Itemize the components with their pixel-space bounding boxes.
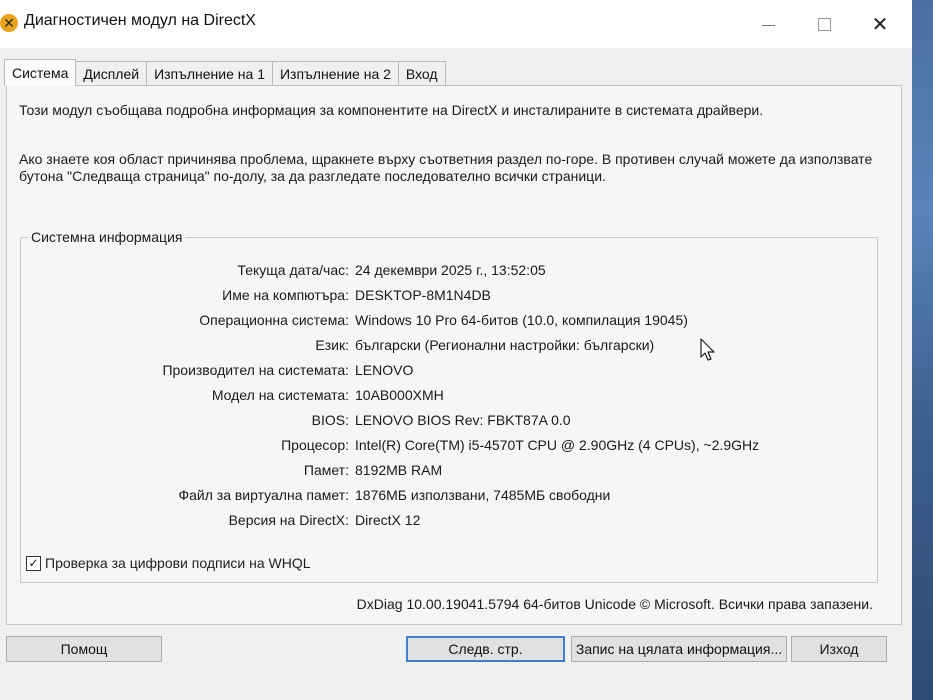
directx-x-icon: ✕ — [0, 14, 18, 32]
info-value: 10AB000XMH — [355, 387, 444, 403]
info-label: Версия на DirectX: — [228, 512, 349, 528]
info-row-computer-name: Име на компютъра: DESKTOP-8M1N4DB — [21, 287, 861, 307]
system-info-group: Системна информация Текуща дата/час: 24 … — [20, 229, 878, 583]
info-row-processor: Процесор: Intel(R) Core(TM) i5-4570T CPU… — [21, 437, 861, 457]
help-button[interactable]: Помощ — [6, 636, 162, 662]
info-row-page-file: Файл за виртуална памет: 1876МБ използва… — [21, 487, 861, 507]
minimize-icon — [761, 24, 775, 26]
info-row-manufacturer: Производител на системата: LENOVO — [21, 362, 861, 382]
info-label: Модел на системата: — [211, 387, 349, 403]
info-row-model: Модел на системата: 10AB000XMH — [21, 387, 861, 407]
next-page-button[interactable]: Следв. стр. — [406, 636, 565, 662]
info-value: DESKTOP-8M1N4DB — [355, 287, 491, 303]
info-label: Текуща дата/час: — [237, 262, 349, 278]
info-row-language: Език: български (Регионални настройки: б… — [21, 337, 861, 357]
info-row-directx-version: Версия на DirectX: DirectX 12 — [21, 512, 861, 532]
whql-check-row[interactable]: ✓ Проверка за цифрови подписи на WHQL — [26, 554, 311, 572]
system-info-title: Системна информация — [28, 229, 186, 245]
info-row-bios: BIOS: LENOVO BIOS Rev: FBKT87A 0.0 — [21, 412, 861, 432]
whql-checkbox[interactable]: ✓ — [26, 555, 41, 571]
info-value: 8192MB RAM — [355, 462, 443, 478]
title-bar[interactable]: ✕ Диагностичен модул на DirectX ✕ — [0, 0, 912, 48]
info-row-datetime: Текуща дата/час: 24 декември 2025 г., 13… — [21, 262, 861, 282]
tab-input[interactable]: Вход — [397, 61, 446, 86]
minimize-button[interactable] — [748, 8, 788, 40]
exit-button[interactable]: Изход — [791, 636, 887, 662]
mouse-cursor-icon — [700, 338, 715, 361]
info-label: Файл за виртуална памет: — [178, 487, 349, 503]
info-label: Език: — [315, 337, 349, 353]
info-row-memory: Памет: 8192MB RAM — [21, 462, 861, 482]
tab-render-1[interactable]: Изпълнение на 1 — [146, 61, 273, 86]
intro-text-2: Ако знаете коя област причинява проблема… — [19, 151, 873, 184]
info-label: Процесор: — [281, 437, 349, 453]
intro-text-1: Този модул съобщава подробна информация … — [19, 102, 764, 118]
tab-system[interactable]: Система — [4, 59, 77, 86]
info-label: BIOS: — [311, 412, 349, 428]
checkmark-icon: ✓ — [28, 556, 39, 570]
info-value: български (Регионални настройки: българс… — [355, 337, 655, 353]
desktop-background — [912, 0, 933, 700]
info-label: Памет: — [303, 462, 349, 478]
info-label: Производител на системата: — [162, 362, 349, 378]
window-title: Диагностичен модул на DirectX — [24, 12, 256, 29]
close-button[interactable]: ✕ — [860, 8, 900, 40]
maximize-button[interactable] — [804, 8, 844, 40]
info-row-os: Операционна система: Windows 10 Pro 64-б… — [21, 312, 861, 332]
info-value: DirectX 12 — [355, 512, 421, 528]
tab-strip: Система Дисплей Изпълнение на 1 Изпълнен… — [4, 59, 446, 86]
tab-render-2[interactable]: Изпълнение на 2 — [271, 61, 399, 86]
info-label: Име на компютъра: — [222, 287, 349, 303]
info-value: Intel(R) Core(TM) i5-4570T CPU @ 2.90GHz… — [355, 437, 760, 453]
system-tab-panel: Този модул съобщава подробна информация … — [6, 85, 902, 625]
info-value: LENOVO — [355, 362, 414, 378]
copyright-text: DxDiag 10.00.19041.5794 64-битов Unicode… — [356, 596, 873, 612]
close-icon: ✕ — [871, 13, 889, 36]
save-all-info-button[interactable]: Запис на цялата информация... — [571, 636, 787, 662]
tab-display[interactable]: Дисплей — [75, 61, 148, 86]
info-value: Windows 10 Pro 64-битов (10.0, компилаци… — [355, 312, 688, 328]
info-value: 24 декември 2025 г., 13:52:05 — [355, 262, 546, 278]
maximize-icon — [817, 17, 831, 31]
dxdiag-window: ✕ Диагностичен модул на DirectX ✕ Систем… — [0, 0, 912, 700]
whql-label[interactable]: Проверка за цифрови подписи на WHQL — [45, 555, 311, 571]
info-value: LENOVO BIOS Rev: FBKT87A 0.0 — [355, 412, 571, 428]
info-value: 1876МБ използвани, 7485МБ свободни — [355, 487, 611, 503]
info-label: Операционна система: — [199, 312, 349, 328]
